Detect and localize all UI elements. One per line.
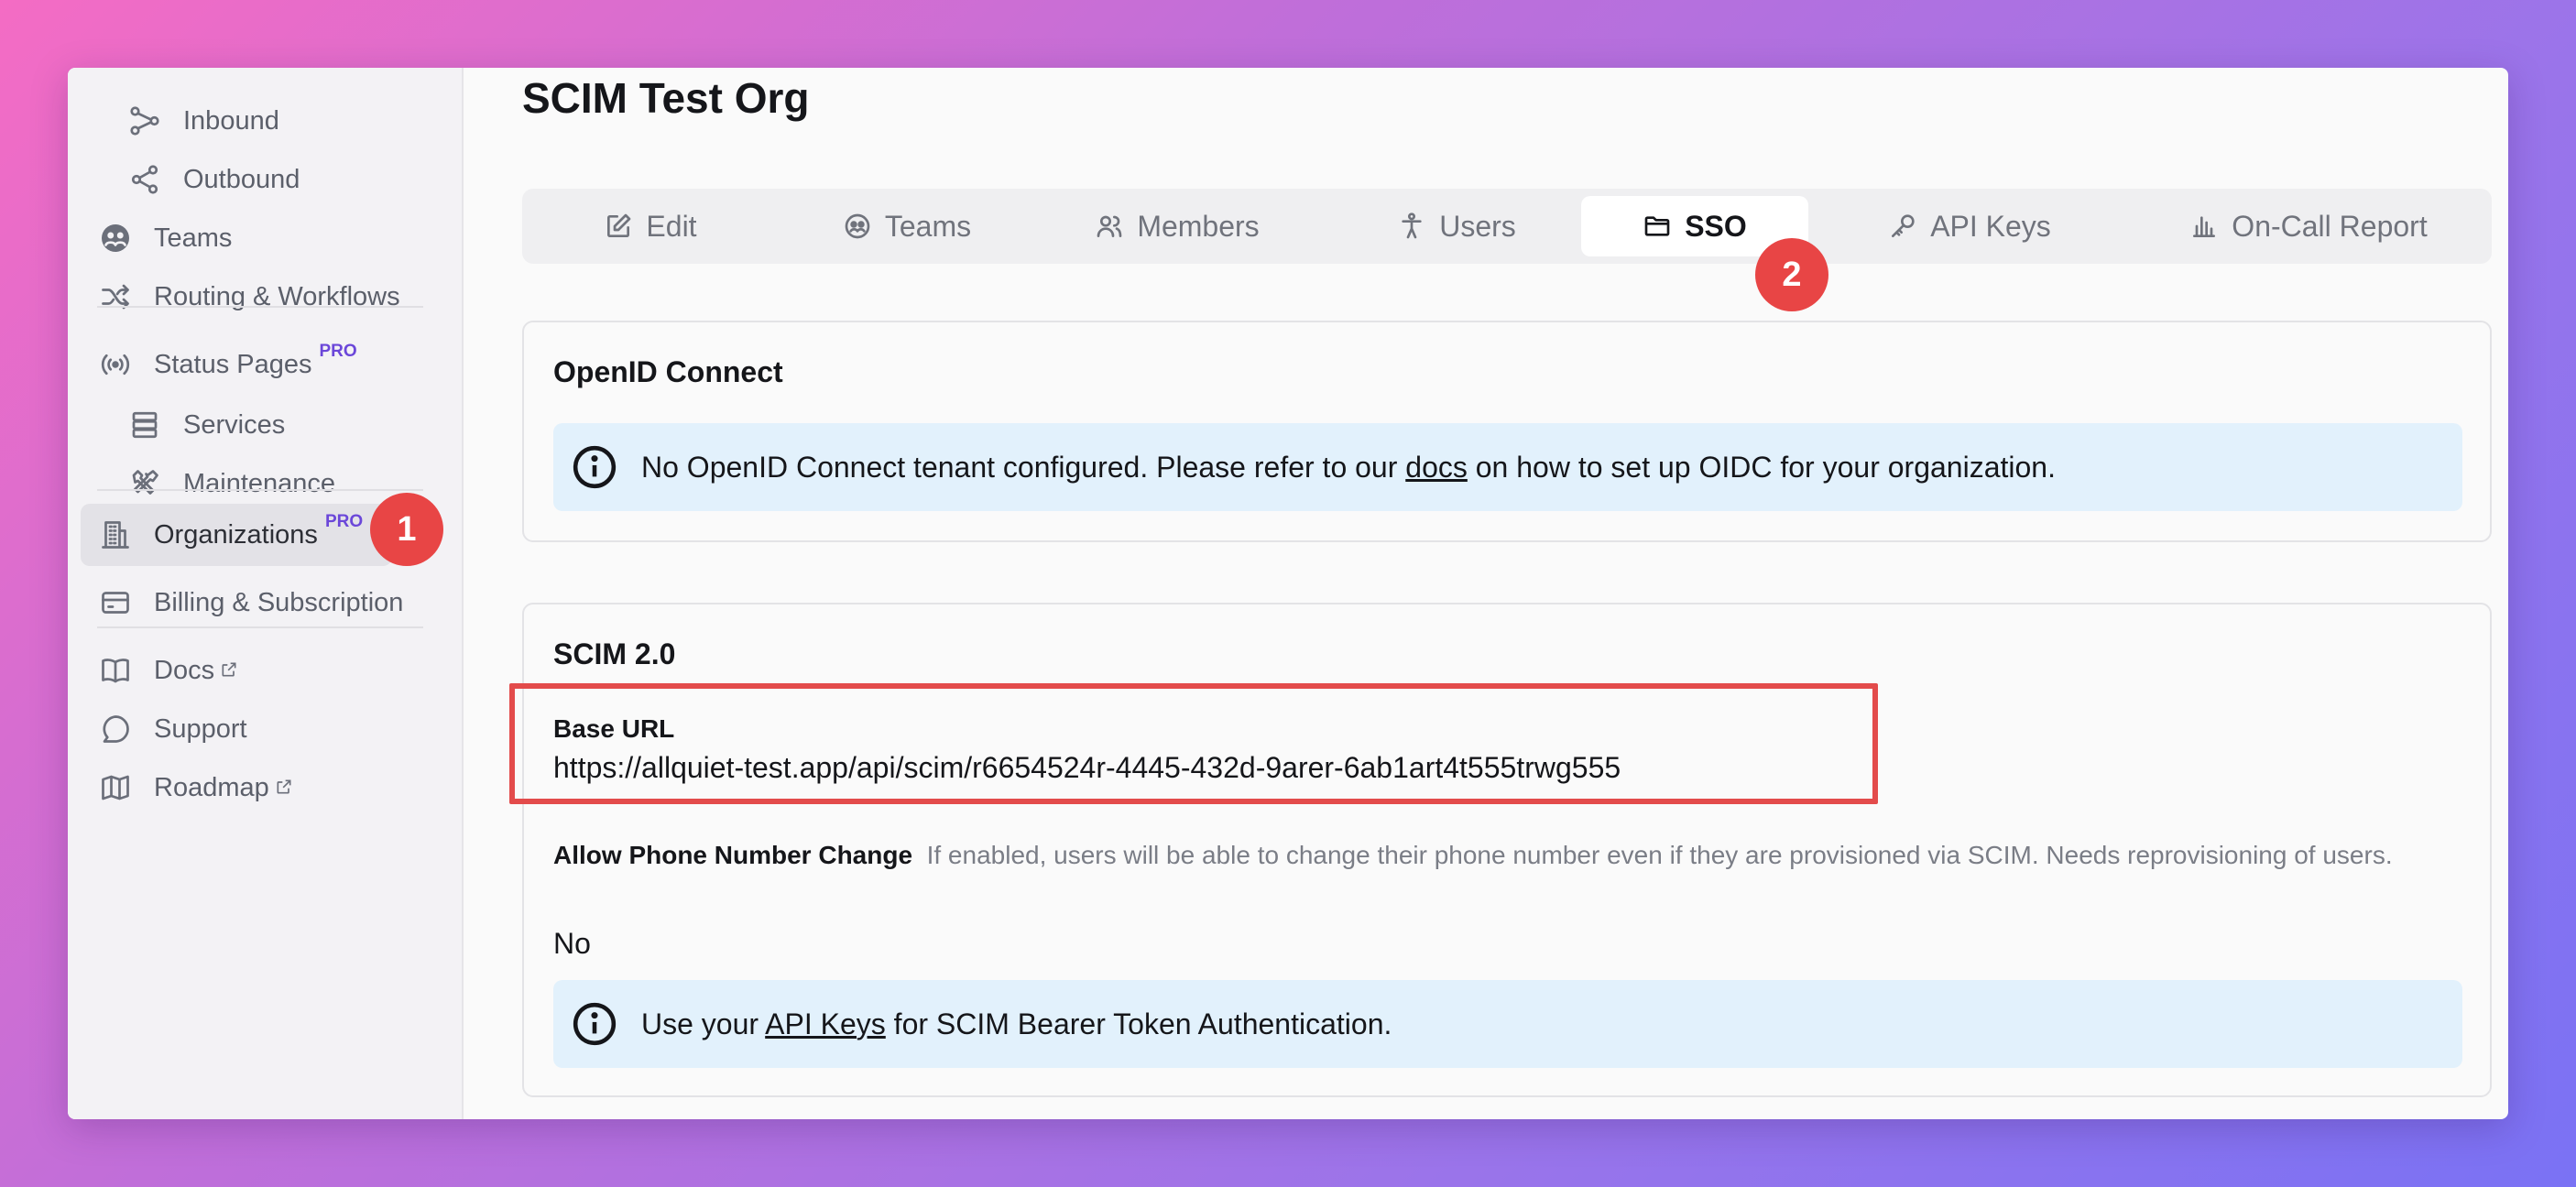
pro-badge: PRO (324, 512, 364, 531)
tab-on-call-report[interactable]: On-Call Report (2162, 196, 2455, 256)
info-icon (573, 445, 617, 489)
sidebar-item-label: Inbound (183, 105, 279, 136)
phone-change-value: No (553, 927, 591, 960)
openid-info-alert: No OpenID Connect tenant configured. Ple… (553, 423, 2462, 511)
share-icon (126, 161, 163, 198)
external-link-icon (275, 773, 293, 803)
tab-members[interactable]: Members (1063, 196, 1292, 256)
key-icon (1892, 214, 1915, 237)
sidebar-item-label: Organizations (154, 519, 318, 550)
server-icon (126, 407, 163, 443)
sidebar-item-docs[interactable]: Docs (97, 645, 238, 696)
sidebar-item-label: Billing & Subscription (154, 587, 404, 617)
tab-users[interactable]: Users (1356, 196, 1557, 256)
sidebar-item-maintenance[interactable]: Maintenance (126, 458, 335, 509)
sidebar-divider (97, 489, 423, 491)
sidebar-item-label: Status Pages (154, 349, 312, 379)
info-icon (573, 1002, 617, 1046)
tab-label: API Keys (1930, 209, 2051, 243)
phone-change-help: If enabled, users will be able to change… (926, 841, 2393, 869)
sidebar-item-label: Teams (154, 223, 233, 253)
info-text-part: for SCIM Bearer Token Authentication. (885, 1007, 1392, 1040)
openid-info-text: No OpenID Connect tenant configured. Ple… (641, 451, 2056, 485)
tab-api-keys[interactable]: API Keys (1850, 196, 2089, 256)
folder-icon (1644, 216, 1670, 236)
phone-change-field: Allow Phone Number Change If enabled, us… (553, 833, 2459, 877)
building-icon (97, 517, 134, 553)
broadcast-icon (97, 346, 134, 383)
sidebar-item-label: Support (154, 713, 247, 744)
sidebar-divider (97, 626, 423, 628)
sidebar-item-label: Services (183, 409, 286, 440)
sidebar-item-organizations[interactable]: Organizations PRO (97, 509, 363, 561)
scim-title: SCIM 2.0 (553, 637, 676, 670)
tab-label: Users (1439, 209, 1516, 243)
tab-label: On-Call Report (2232, 209, 2428, 243)
tab-edit[interactable]: Edit (559, 196, 742, 256)
sidebar-item-services[interactable]: Services (126, 399, 285, 451)
phone-change-label: Allow Phone Number Change (553, 841, 913, 869)
api-keys-link[interactable]: API Keys (765, 1007, 886, 1040)
step-badge-1: 1 (370, 493, 443, 566)
docs-link[interactable]: docs (1405, 451, 1468, 484)
info-text-part: No OpenID Connect tenant configured. Ple… (641, 450, 1406, 484)
base-url-highlight (509, 683, 1878, 804)
main-content: SCIM Test Org Edit Teams Members Users S… (464, 68, 2508, 1119)
credit-card-icon (97, 584, 134, 621)
scim-info-text: Use your API Keys for SCIM Bearer Token … (641, 1007, 1392, 1041)
sidebar-item-roadmap[interactable]: Roadmap (97, 762, 293, 813)
members-icon (1097, 215, 1122, 237)
bar-chart-icon (2193, 216, 2216, 237)
pro-badge: PRO (319, 342, 357, 361)
map-icon (97, 769, 134, 806)
scim-info-alert: Use your API Keys for SCIM Bearer Token … (553, 980, 2462, 1068)
share-icon (126, 103, 163, 139)
sidebar: Inbound Outbound Teams Routing & Workflo… (68, 68, 464, 1119)
tab-bar: Edit Teams Members Users SSO API Keys On… (522, 189, 2492, 264)
scim-card: SCIM 2.0 Base URL https://allquiet-test.… (522, 603, 2492, 1097)
tab-label: Edit (646, 209, 697, 243)
tab-label: Teams (884, 209, 972, 243)
teams-icon (845, 213, 870, 239)
sidebar-item-label: Outbound (183, 164, 300, 194)
chat-icon (97, 711, 134, 747)
user-icon (1402, 212, 1422, 239)
info-text-part: on how to set up OIDC for your organizat… (1467, 450, 2056, 484)
sidebar-item-label: Roadmap (154, 772, 269, 802)
sidebar-divider (97, 306, 423, 308)
edit-icon (607, 213, 631, 237)
sidebar-item-inbound[interactable]: Inbound (126, 95, 279, 147)
tab-label: Members (1137, 209, 1260, 243)
sidebar-item-routing-workflows[interactable]: Routing & Workflows (97, 271, 400, 322)
step-badge-2: 2 (1755, 238, 1828, 311)
page-title: SCIM Test Org (522, 74, 810, 122)
sidebar-item-support[interactable]: Support (97, 703, 247, 755)
openid-connect-card: OpenID Connect No OpenID Connect tenant … (522, 321, 2492, 542)
openid-title: OpenID Connect (553, 355, 783, 388)
sidebar-item-outbound[interactable]: Outbound (126, 154, 300, 205)
teams-icon (97, 220, 134, 256)
sidebar-item-teams[interactable]: Teams (97, 212, 232, 264)
sidebar-item-status-pages[interactable]: Status Pages PRO (97, 339, 357, 390)
book-icon (97, 652, 134, 689)
tools-icon (126, 465, 163, 502)
info-text-part: Use your (641, 1007, 766, 1040)
sidebar-item-billing[interactable]: Billing & Subscription (97, 577, 403, 628)
app-window: Inbound Outbound Teams Routing & Workflo… (68, 68, 2508, 1119)
tab-label: SSO (1685, 209, 1747, 243)
shuffle-icon (97, 278, 134, 315)
external-link-icon (220, 656, 238, 686)
tab-teams[interactable]: Teams (797, 196, 1017, 256)
sidebar-item-label: Maintenance (183, 468, 336, 498)
sidebar-item-label: Docs (154, 655, 215, 685)
